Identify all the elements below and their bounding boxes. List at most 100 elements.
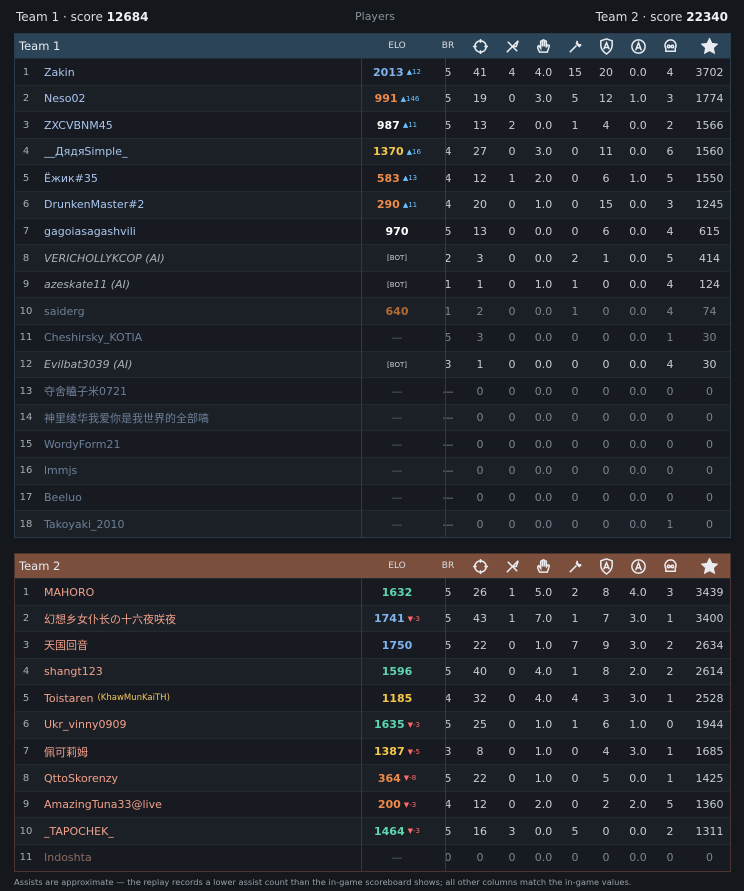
table-row[interactable]: 1 MAHORO 1632 5 26 1 5.0 2 8 4.0 3 3439 [15, 578, 730, 605]
cell-sk: 4 [666, 278, 674, 292]
cell-br: — [442, 437, 454, 451]
table-row[interactable]: 13 夺舍瞌子米0721 — — 0 0 0.0 0 0 0.0 0 0 [15, 377, 730, 404]
player-name[interactable]: Indoshta [44, 845, 92, 871]
table-row[interactable]: 11 Indoshta — 0 0 0 0.0 0 0 0.0 0 0 [15, 843, 730, 871]
column-crosshair-icon[interactable] [465, 554, 495, 578]
column-circle-a-icon[interactable] [622, 554, 654, 578]
column-crosshair-icon[interactable] [465, 34, 495, 58]
table-row[interactable]: 3 ZXCVBNM45 987 ▲11 5 13 2 0.0 1 4 0.0 2 1566 [15, 111, 730, 138]
player-name[interactable]: 夺舍瞌子米0721 [44, 378, 127, 404]
player-name[interactable]: Ёжик#35 [44, 165, 98, 191]
player-name[interactable]: lmmjs [44, 458, 77, 484]
table-row[interactable]: 5 Ёжик#35 583 ▲13 4 12 1 2.0 0 6 1.0 5 1550 [15, 164, 730, 191]
cell-br: 4 [444, 798, 452, 812]
column-shield-a-icon[interactable] [591, 554, 621, 578]
table-row[interactable]: 10 saiderg 640 1 2 0 0.0 1 0 0.0 4 74 [15, 297, 730, 324]
player-name[interactable]: saiderg [44, 298, 85, 324]
player-name[interactable]: Ukr_vinny0909 [44, 712, 126, 738]
player-name[interactable]: gagoiasagashvili [44, 219, 136, 245]
table-row[interactable]: 17 Beeluo — — 0 0 0.0 0 0 0.0 0 0 [15, 483, 730, 511]
table-row[interactable]: 4 __ДядяSimple_ 1370 ▲16 4 27 0 3.0 0 11 0.0 6 1560 [15, 137, 730, 165]
column-wrench-icon[interactable] [560, 34, 590, 58]
table-row[interactable]: 1 Zakin 2013 ▲12 5 41 4 4.0 15 20 0.0 4 3702 [15, 58, 730, 85]
player-clan-tag: (KhawMunKaiTH) [97, 693, 170, 704]
player-name[interactable]: 幻想乡女仆长の十六夜咲夜 [44, 606, 176, 632]
cell-a: 0.0 [534, 517, 553, 531]
table-row[interactable]: 4 shangt123 1596 5 40 0 4.0 1 8 2.0 2 2614 [15, 657, 730, 685]
column-circle-a-icon[interactable] [622, 34, 654, 58]
table-row[interactable]: 8 QttoSkorenzy 364 ▼-8 5 22 0 1.0 0 5 0.0 1 1425 [15, 764, 730, 791]
player-name-text: DrunkenMaster#2 [44, 198, 145, 212]
column-elo[interactable]: ELO [366, 554, 428, 578]
table-row[interactable]: 15 WordyForm21 — — 0 0 0.0 0 0 0.0 0 0 [15, 430, 730, 457]
column-elo[interactable]: ELO [366, 34, 428, 58]
player-name[interactable]: Zakin [44, 59, 75, 85]
team2-score-value: 22340 [686, 10, 728, 24]
table-row[interactable]: 2 幻想乡女仆长の十六夜咲夜 1741 ▼-3 5 43 1 7.0 1 7 3.0 1 3400 [15, 604, 730, 632]
column-knife-icon[interactable] [497, 34, 527, 58]
player-name[interactable]: QttoSkorenzy [44, 765, 118, 791]
player-name[interactable]: WordyForm21 [44, 431, 121, 457]
column-br[interactable]: BR [433, 34, 463, 58]
player-name[interactable]: MAHORO [44, 579, 94, 605]
column-star-icon[interactable] [687, 34, 732, 58]
player-name[interactable]: ZXCVBNM45 [44, 112, 113, 138]
cell-elo: 1741 ▼-3 [366, 606, 428, 632]
table-row[interactable]: 9 azeskate11 (AI) [BOT] 1 1 0 1.0 1 0 0.0 4 124 [15, 270, 730, 298]
player-name[interactable]: Takoyaki_2010 [44, 511, 125, 537]
row-number: 1 [22, 586, 30, 598]
column-skull-icon[interactable] [655, 554, 685, 578]
player-name[interactable]: Evilbat3039 (AI) [44, 352, 132, 378]
elo-delta: ▼-3 [407, 614, 420, 623]
table-row[interactable]: 7 gagoiasagashvili 970 5 13 0 0.0 0 6 0.0 4 615 [15, 217, 730, 245]
player-name[interactable]: 佩可莉姆 [44, 739, 88, 765]
player-name[interactable]: VERICHOLLYKCOP (AI) [44, 245, 165, 271]
player-name[interactable]: Toistaren (KhawMunKaiTH) [44, 685, 170, 711]
table-row[interactable]: 12 Evilbat3039 (AI) [BOT] 3 1 0 0.0 0 0 0.0 4 30 [15, 350, 730, 378]
table-row[interactable]: 3 天国回音 1750 5 22 0 1.0 7 9 3.0 2 2634 [15, 631, 730, 658]
table-row[interactable]: 14 神里绫华我爱你是我世界的全部嗃 — — 0 0 0.0 0 0 0.0 0 0 [15, 403, 730, 431]
table-row[interactable]: 8 VERICHOLLYKCOP (AI) [BOT] 2 3 0 0.0 2 1 0.0 5 414 [15, 244, 730, 271]
player-name[interactable]: azeskate11 (AI) [44, 272, 130, 298]
player-name[interactable]: AmazingTuna33@live [44, 792, 162, 818]
column-hand-icon[interactable] [527, 554, 560, 578]
cell-a: 0.0 [534, 491, 553, 504]
player-name[interactable]: Cheshirsky_KOTIA [44, 325, 142, 351]
cell-k: 25 [473, 718, 487, 732]
table-row[interactable]: 18 Takoyaki_2010 — — 0 0 0.0 0 0 0.0 1 0 [15, 510, 730, 537]
column-skull-icon[interactable] [655, 34, 685, 58]
cell-elo: 1596 [366, 659, 428, 685]
elo-value: 1596 [381, 665, 413, 679]
column-br[interactable]: BR [433, 554, 463, 578]
cell-kn: 0 [508, 411, 516, 425]
player-name[interactable]: __ДядяSimple_ [44, 139, 128, 165]
player-name-text: 天国回音 [44, 639, 88, 653]
cell-br: 5 [444, 118, 452, 132]
column-wrench-icon[interactable] [560, 554, 590, 578]
cell-sk: 0 [666, 718, 674, 732]
cell-kn: 0 [508, 517, 516, 531]
player-name[interactable]: DrunkenMaster#2 [44, 192, 144, 218]
player-name[interactable]: _TAPOCHEK_ [44, 818, 114, 844]
table-row[interactable]: 6 DrunkenMaster#2 290 ▲11 4 20 0 1.0 0 15 0.0 3 1245 [15, 190, 730, 218]
player-name[interactable]: 神里绫华我爱你是我世界的全部嗃 [44, 405, 209, 431]
table-row[interactable]: 9 AmazingTuna33@live 200 ▼-3 4 12 0 2.0 0 2 2.0 5 13… [15, 790, 730, 818]
column-knife-icon[interactable] [497, 554, 527, 578]
player-name[interactable]: 天国回音 [44, 632, 88, 658]
column-star-icon[interactable] [687, 554, 732, 578]
table-row[interactable]: 7 佩可莉姆 1387 ▼-5 3 8 0 1.0 0 4 3.0 1 1685 [15, 737, 730, 765]
table-row[interactable]: 5 Toistaren (KhawMunKaiTH) 1185 4 32 0 4.0 4 3 3.0… [15, 684, 730, 711]
table-row[interactable]: 16 lmmjs — — 0 0 0.0 0 0 0.0 0 0 [15, 456, 730, 484]
table-row[interactable]: 10 _TAPOCHEK_ 1464 ▼-3 5 16 3 0.0 5 0 0.0 2 1311 [15, 817, 730, 844]
table-row[interactable]: 6 Ukr_vinny0909 1635 ▼-3 5 25 0 1.0 1 6 1.0 0 1944 [15, 710, 730, 738]
elo-value: [BOT] [387, 280, 407, 289]
column-shield-a-icon[interactable] [591, 34, 621, 58]
player-name[interactable]: shangt123 [44, 659, 103, 685]
player-name[interactable]: Neso02 [44, 86, 85, 112]
cell-s: 2528 [695, 691, 724, 705]
table-row[interactable]: 2 Neso02 991 ▲146 5 19 0 3.0 5 12 1.0 3 1774 [15, 84, 730, 112]
column-hand-icon[interactable] [527, 34, 560, 58]
player-name[interactable]: Beeluo [44, 485, 82, 511]
table-row[interactable]: 11 Cheshirsky_KOTIA —5 3 0 0.0 0 0 0.0 1 30 [15, 323, 730, 351]
cell-sk: 0 [666, 464, 674, 478]
